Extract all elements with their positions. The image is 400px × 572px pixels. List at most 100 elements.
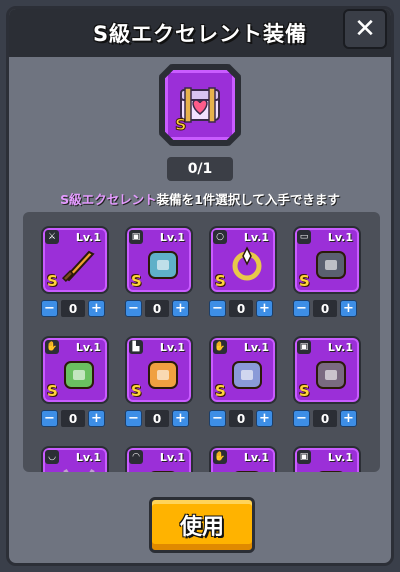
gauntlet-icon xyxy=(235,471,259,472)
decrement-button[interactable]: − xyxy=(209,410,226,427)
quantity-value: 0 xyxy=(61,410,85,427)
quantity-value: 0 xyxy=(145,410,169,427)
quantity-stepper: −0 + xyxy=(41,300,107,317)
decrement-button[interactable]: − xyxy=(125,410,142,427)
armor-slot-icon: ▣ xyxy=(297,340,311,354)
item-rank: S xyxy=(299,382,310,400)
quantity-stepper: −0 + xyxy=(293,300,359,317)
necklace-icon xyxy=(63,468,95,472)
equipment-item-gloves[interactable]: ✋ Lv.1 S −0 + xyxy=(41,336,109,427)
item-rank: S xyxy=(47,272,58,290)
close-button[interactable]: ✕ xyxy=(343,9,387,49)
quantity-value: 0 xyxy=(313,410,337,427)
equipment-card[interactable]: ▣Lv.1S xyxy=(293,336,361,404)
description-highlight: S級エクセレント xyxy=(60,192,157,207)
glove-slot-icon: ✋ xyxy=(213,450,227,464)
selection-count: 0/1 xyxy=(167,157,233,181)
equipment-card[interactable]: ⚔ Lv.1 S xyxy=(41,226,109,294)
increment-button[interactable]: + xyxy=(172,300,189,317)
equipment-item-ring[interactable]: ○ Lv.1 S −0 + xyxy=(209,226,277,317)
item-rank: S xyxy=(131,382,142,400)
glove-slot-icon: ✋ xyxy=(45,340,59,354)
item-rank: S xyxy=(299,272,310,290)
increment-button[interactable]: + xyxy=(172,410,189,427)
equipment-card[interactable]: ○ Lv.1 S xyxy=(209,226,277,294)
item-level: Lv.1 xyxy=(75,231,101,244)
use-button[interactable]: 使用 xyxy=(149,497,255,553)
equipment-card[interactable]: ▣Lv.1S xyxy=(293,446,361,472)
boot-slot-icon: ▙ xyxy=(129,340,143,354)
equipment-card[interactable]: ◠Lv.1S xyxy=(125,446,193,472)
equipment-card[interactable]: ▙ Lv.1 S xyxy=(125,336,193,404)
close-icon: ✕ xyxy=(354,14,376,44)
heavy-armor-icon xyxy=(316,361,346,389)
quantity-value: 0 xyxy=(229,410,253,427)
dialog-header: S級エクセレント装備 xyxy=(9,9,391,57)
necklace-slot-icon: ◡ xyxy=(45,450,59,464)
description-text: S級エクセレント装備を1件選択して入手できます xyxy=(9,189,391,208)
decrement-button[interactable]: − xyxy=(209,300,226,317)
ring-icon xyxy=(232,246,262,281)
increment-button[interactable]: + xyxy=(88,410,105,427)
item-level: Lv.1 xyxy=(243,231,269,244)
selection-count-text: 0/1 xyxy=(187,161,213,177)
item-level: Lv.1 xyxy=(159,451,185,464)
equipment-card[interactable]: ▭ Lv.1 S xyxy=(293,226,361,294)
quantity-stepper: −0 + xyxy=(41,410,107,427)
equipment-card[interactable]: ▣ Lv.1 S xyxy=(125,226,193,294)
decrement-button[interactable]: − xyxy=(293,300,310,317)
decrement-button[interactable]: − xyxy=(41,410,58,427)
belt-slot-icon: ▭ xyxy=(297,230,311,244)
equipment-card[interactable]: ✋Lv.1S xyxy=(209,336,277,404)
quantity-value: 0 xyxy=(61,300,85,317)
decrement-button[interactable]: − xyxy=(41,300,58,317)
equipment-grid[interactable]: ⚔ Lv.1 S −0 + ▣ Lv.1 S −0 + ○ Lv.1 S −0 + ▭ Lv.1 S −0 + ✋ Lv.… xyxy=(23,212,380,472)
quantity-stepper: −0 + xyxy=(293,410,359,427)
bracer-icon xyxy=(232,361,262,389)
item-rank: S xyxy=(131,272,142,290)
item-rank: S xyxy=(215,272,226,290)
reward-dialog: S級エクセレント装備 ✕ S 0/1 S級エクセレント装備を1件選択して入手でき… xyxy=(6,6,394,566)
equipment-item-chestplate[interactable]: ▣Lv.1S xyxy=(293,446,361,472)
decrement-button[interactable]: − xyxy=(125,300,142,317)
quantity-value: 0 xyxy=(229,300,253,317)
increment-button[interactable]: + xyxy=(256,410,273,427)
equipment-card[interactable]: ✋Lv.1S xyxy=(209,446,277,472)
equipment-item-gauntlet[interactable]: ✋Lv.1S xyxy=(209,446,277,472)
equipment-item-necklace[interactable]: ◡Lv.1S xyxy=(41,446,109,472)
increment-button[interactable]: + xyxy=(88,300,105,317)
belt-icon xyxy=(316,251,346,279)
armor-slot-icon: ▣ xyxy=(129,230,143,244)
description-rest: 装備を1件選択して入手できます xyxy=(156,192,340,207)
equipment-item-armor[interactable]: ▣ Lv.1 S −0 + xyxy=(125,226,193,317)
item-rank: S xyxy=(47,382,58,400)
equipment-item-boots[interactable]: ▙ Lv.1 S −0 + xyxy=(125,336,193,427)
item-level: Lv.1 xyxy=(75,341,101,354)
quantity-stepper: −0 + xyxy=(209,410,275,427)
item-level: Lv.1 xyxy=(327,231,353,244)
item-level: Lv.1 xyxy=(243,451,269,464)
equipment-item-helmet[interactable]: ◠Lv.1S xyxy=(125,446,193,472)
item-level: Lv.1 xyxy=(159,341,185,354)
equipment-card[interactable]: ◡Lv.1S xyxy=(41,446,109,472)
glove-slot-icon: ✋ xyxy=(213,340,227,354)
item-level: Lv.1 xyxy=(159,231,185,244)
increment-button[interactable]: + xyxy=(256,300,273,317)
decrement-button[interactable]: − xyxy=(293,410,310,427)
chestplate-icon xyxy=(319,471,343,472)
increment-button[interactable]: + xyxy=(340,300,357,317)
equipment-card[interactable]: ✋ Lv.1 S xyxy=(41,336,109,404)
item-rank: S xyxy=(215,382,226,400)
use-button-label: 使用 xyxy=(179,515,224,540)
chest-frame: S xyxy=(159,64,241,146)
equipment-item-belt[interactable]: ▭ Lv.1 S −0 + xyxy=(293,226,361,317)
armor-slot-icon: ▣ xyxy=(297,450,311,464)
sword-icon xyxy=(61,250,95,283)
quantity-value: 0 xyxy=(313,300,337,317)
increment-button[interactable]: + xyxy=(340,410,357,427)
equipment-item-sword[interactable]: ⚔ Lv.1 S −0 + xyxy=(41,226,109,317)
equipment-item-heavy-armor[interactable]: ▣ Lv.1 S −0 + xyxy=(293,336,361,427)
armor-icon xyxy=(148,251,178,279)
chest-rank: S xyxy=(175,115,187,134)
equipment-item-bracer[interactable]: ✋ Lv.1 S −0 + xyxy=(209,336,277,427)
